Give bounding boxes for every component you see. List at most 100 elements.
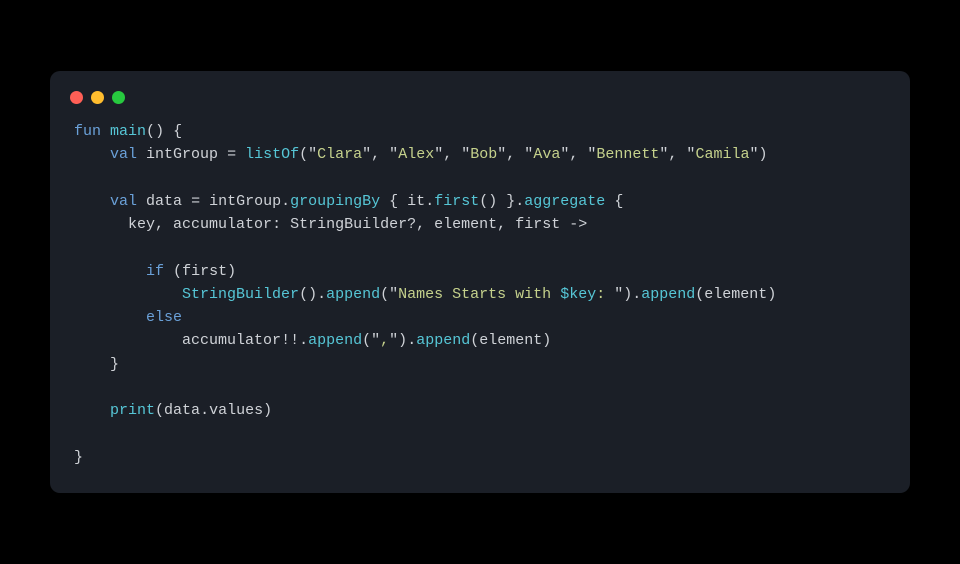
brace-close: } — [74, 449, 83, 466]
id-values: values — [209, 402, 263, 419]
maximize-icon[interactable] — [112, 91, 125, 104]
keyword-val: val — [110, 146, 137, 163]
param-first: first — [515, 216, 560, 233]
bangbang: !! — [281, 332, 299, 349]
keyword-else: else — [146, 309, 182, 326]
id-element-ref: element — [479, 332, 542, 349]
paren-close: ) — [542, 332, 551, 349]
id-first-cond: first — [182, 263, 227, 280]
param-element: element — [434, 216, 497, 233]
dot: . — [407, 332, 416, 349]
str-clara: Clara — [317, 146, 362, 163]
minimize-icon[interactable] — [91, 91, 104, 104]
brace-open: { — [389, 193, 398, 210]
paren-open: ( — [173, 263, 182, 280]
paren-close: ) — [488, 193, 497, 210]
paren-open: ( — [362, 332, 371, 349]
dot: . — [515, 193, 524, 210]
keyword-if: if — [146, 263, 164, 280]
quote: " — [461, 146, 470, 163]
quote: " — [614, 286, 623, 303]
fn-listof: listOf — [245, 146, 299, 163]
paren-open: ( — [470, 332, 479, 349]
quote: " — [308, 146, 317, 163]
quote: " — [389, 332, 398, 349]
paren-open: ( — [479, 193, 488, 210]
ctor-stringbuilder: StringBuilder — [182, 286, 299, 303]
paren-close: ) — [767, 286, 776, 303]
paren-close: ) — [227, 263, 236, 280]
paren-open: ( — [299, 146, 308, 163]
str-bob: Bob — [470, 146, 497, 163]
quote: " — [389, 286, 398, 303]
comma: , — [497, 216, 515, 233]
paren-close: ) — [263, 402, 272, 419]
id-accumulator-ref: accumulator — [182, 332, 281, 349]
fn-first: first — [434, 193, 479, 210]
quote: " — [371, 332, 380, 349]
paren-close: ) — [155, 123, 164, 140]
keyword-val: val — [110, 193, 137, 210]
dot: . — [317, 286, 326, 303]
fn-append: append — [416, 332, 470, 349]
dot: . — [425, 193, 434, 210]
dot: . — [200, 402, 209, 419]
paren-close: ) — [308, 286, 317, 303]
paren-open: ( — [155, 402, 164, 419]
str-bennett: Bennett — [596, 146, 659, 163]
brace-close: } — [506, 193, 515, 210]
quote: " — [362, 146, 371, 163]
param-accumulator: accumulator — [173, 216, 272, 233]
fn-groupingby: groupingBy — [290, 193, 380, 210]
paren-open: ( — [695, 286, 704, 303]
type-stringbuilder: StringBuilder — [290, 216, 407, 233]
qmark: ? — [407, 216, 416, 233]
paren-close: ) — [623, 286, 632, 303]
code-block: fun main() { val intGroup = listOf("Clar… — [50, 120, 910, 469]
quote: " — [524, 146, 533, 163]
id-it: it — [407, 193, 425, 210]
dot: . — [299, 332, 308, 349]
fn-print: print — [110, 402, 155, 419]
id-data-ref: data — [164, 402, 200, 419]
str-names1: Names Starts with — [398, 286, 560, 303]
code-window: fun main() { val intGroup = listOf("Clar… — [50, 71, 910, 493]
id-intgroup: intGroup — [146, 146, 218, 163]
quote: " — [560, 146, 569, 163]
close-icon[interactable] — [70, 91, 83, 104]
paren-open: ( — [146, 123, 155, 140]
dot: . — [281, 193, 290, 210]
fn-main: main — [110, 123, 146, 140]
dot: . — [632, 286, 641, 303]
id-data: data — [146, 193, 182, 210]
comma: , — [668, 146, 686, 163]
comma: , — [443, 146, 461, 163]
fn-aggregate: aggregate — [524, 193, 605, 210]
paren-close: ) — [398, 332, 407, 349]
brace-close: } — [110, 356, 119, 373]
assign: = — [182, 193, 209, 210]
str-comma: , — [380, 332, 389, 349]
comma: , — [506, 146, 524, 163]
fn-append: append — [326, 286, 380, 303]
colon: : — [272, 216, 290, 233]
fn-append: append — [308, 332, 362, 349]
str-alex: Alex — [398, 146, 434, 163]
quote: " — [389, 146, 398, 163]
str-camila: Camila — [695, 146, 749, 163]
paren-open: ( — [299, 286, 308, 303]
comma: , — [371, 146, 389, 163]
fn-append: append — [641, 286, 695, 303]
comma: , — [155, 216, 173, 233]
id-intgroup-ref: intGroup — [209, 193, 281, 210]
brace-open: { — [614, 193, 623, 210]
paren-close: ) — [758, 146, 767, 163]
quote: " — [497, 146, 506, 163]
paren-open: ( — [380, 286, 389, 303]
param-key: key — [128, 216, 155, 233]
brace-open: { — [173, 123, 182, 140]
comma: , — [569, 146, 587, 163]
str-ava: Ava — [533, 146, 560, 163]
arrow: -> — [560, 216, 587, 233]
comma: , — [416, 216, 434, 233]
